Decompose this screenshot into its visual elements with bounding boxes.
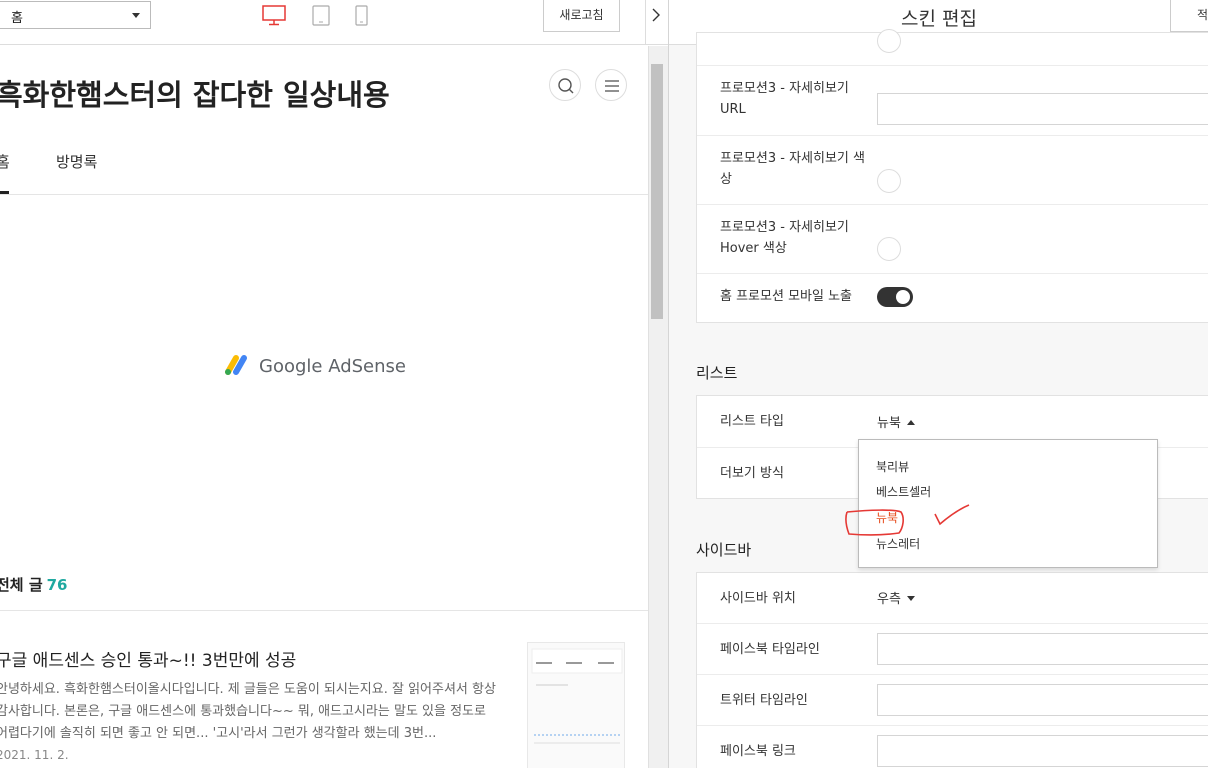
promo3-color-label: 프로모션3 - 자세히보기 색상 bbox=[720, 151, 865, 187]
total-posts-label: 전체 글 bbox=[0, 576, 43, 594]
thumbnail-chart-icon bbox=[531, 648, 623, 744]
facebook-link-input[interactable] bbox=[877, 735, 1208, 767]
settings-row: 프로모션3 - 자세히보기 색상 bbox=[697, 136, 1208, 205]
post-excerpt[interactable]: 안녕하세요. 흑화한햄스터이올시다입니다. 제 글들은 도움이 되시는지요. 잘… bbox=[0, 679, 501, 745]
facebook-timeline-input[interactable] bbox=[877, 633, 1208, 665]
search-icon bbox=[558, 78, 574, 94]
sidebar-position-value: 우측 bbox=[877, 592, 901, 607]
color-picker[interactable] bbox=[877, 29, 901, 53]
home-promo-mobile-toggle[interactable] bbox=[877, 287, 913, 307]
settings-row: 프로모션3 - 자세히보기 URL bbox=[697, 66, 1208, 136]
sidebar-position-select[interactable]: 우측 bbox=[877, 588, 915, 607]
desktop-view-icon[interactable] bbox=[261, 5, 287, 27]
settings-row: 프로모션3 - 자세히보기 Hover 색상 bbox=[697, 205, 1208, 274]
sidebar-settings-card: 사이드바 위치 우측 페이스북 타임라인 트위터 타임라인 페이스북 링크 bbox=[696, 572, 1208, 768]
twitter-timeline-label: 트위터 타임라인 bbox=[720, 693, 808, 708]
post-title[interactable]: 구글 애드센스 승인 통과~!! 3번만에 성공 bbox=[0, 646, 296, 671]
list-type-value: 뉴북 bbox=[877, 416, 901, 431]
nav-divider bbox=[0, 194, 648, 195]
total-posts: 전체 글 76 bbox=[0, 574, 68, 595]
facebook-link-label: 페이스북 링크 bbox=[720, 744, 796, 759]
sidebar-position-label: 사이드바 위치 bbox=[720, 591, 796, 606]
tablet-view-icon[interactable] bbox=[312, 5, 330, 27]
apply-button[interactable]: 적용 bbox=[1170, 0, 1208, 32]
list-type-option[interactable]: 북리뷰 bbox=[876, 458, 909, 475]
settings-row: 사이드바 위치 우측 bbox=[697, 573, 1208, 624]
chevron-right-icon[interactable] bbox=[651, 8, 661, 22]
twitter-timeline-input[interactable] bbox=[877, 684, 1208, 716]
hamburger-icon bbox=[605, 80, 619, 92]
promo-settings-card: 프로모션3 - 자세히보기 URL 프로모션3 - 자세히보기 색상 프로모션3… bbox=[696, 29, 1208, 324]
settings-row: 페이스북 타임라인 bbox=[697, 624, 1208, 675]
settings-row: 페이스북 링크 bbox=[697, 726, 1208, 768]
preview-scrollbar-thumb[interactable] bbox=[651, 64, 663, 319]
nav-home[interactable]: 홈 bbox=[0, 151, 10, 172]
post-thumbnail[interactable] bbox=[527, 642, 625, 768]
promo3-hover-label: 프로모션3 - 자세히보기 Hover 색상 bbox=[720, 220, 849, 256]
page-select-value: 홈 bbox=[11, 11, 23, 26]
sidebar-section-heading: 사이드바 bbox=[696, 541, 752, 559]
adsense-logo-icon bbox=[225, 355, 247, 375]
list-type-option[interactable]: 베스트셀러 bbox=[876, 483, 931, 500]
preview-toolbar: 홈 새로고침 bbox=[0, 0, 668, 45]
chevron-up-icon bbox=[906, 420, 915, 425]
page-select[interactable]: 홈 bbox=[0, 1, 151, 29]
search-button[interactable] bbox=[549, 69, 581, 101]
promo3-url-input[interactable] bbox=[877, 93, 1208, 125]
settings-row: 홈 프로모션 모바일 노출 bbox=[697, 274, 1208, 324]
skin-editor-pane: 스킨 편집 적용 프로모션3 - 자세히보기 URL 프로모션3 - 자세히보기… bbox=[668, 0, 1208, 768]
list-divider bbox=[0, 610, 648, 611]
settings-row: 트위터 타임라인 bbox=[697, 675, 1208, 726]
refresh-button[interactable]: 새로고침 bbox=[543, 0, 620, 32]
post-date: 2021. 11. 2. bbox=[0, 748, 69, 762]
home-promo-mobile-label: 홈 프로모션 모바일 노출 bbox=[720, 289, 852, 304]
promo3-color-picker[interactable] bbox=[877, 169, 901, 193]
settings-row bbox=[697, 29, 1208, 66]
mobile-view-icon[interactable] bbox=[355, 5, 369, 27]
toolbar-divider bbox=[645, 0, 646, 45]
chevron-down-icon bbox=[906, 596, 915, 601]
adsense-label: Google AdSense bbox=[259, 356, 406, 377]
promo3-hover-color-picker[interactable] bbox=[877, 237, 901, 261]
chevron-down-icon bbox=[132, 13, 140, 18]
more-style-label: 더보기 방식 bbox=[720, 466, 784, 481]
hand-drawn-annotation bbox=[845, 504, 970, 536]
list-section-heading: 리스트 bbox=[696, 364, 738, 382]
editor-title: 스킨 편집 bbox=[901, 8, 977, 30]
toggle-knob bbox=[896, 290, 910, 304]
total-posts-count: 76 bbox=[46, 576, 68, 594]
list-type-label: 리스트 타입 bbox=[720, 414, 784, 429]
nav-guestbook[interactable]: 방명록 bbox=[56, 151, 97, 172]
blog-title[interactable]: 흑화한햄스터의 잡다한 일상내용 bbox=[0, 72, 390, 114]
preview-pane: 홈 새로고침 흑화한햄스터의 잡다한 일상내용 홈 방명록 Google AdS… bbox=[0, 0, 668, 768]
promo3-url-label: 프로모션3 - 자세히보기 URL bbox=[720, 81, 849, 117]
list-type-select[interactable]: 뉴북 bbox=[877, 412, 915, 431]
facebook-timeline-label: 페이스북 타임라인 bbox=[720, 642, 820, 657]
blog-preview: 흑화한햄스터의 잡다한 일상내용 홈 방명록 Google AdSense 전체… bbox=[0, 46, 648, 768]
menu-button[interactable] bbox=[595, 69, 627, 101]
